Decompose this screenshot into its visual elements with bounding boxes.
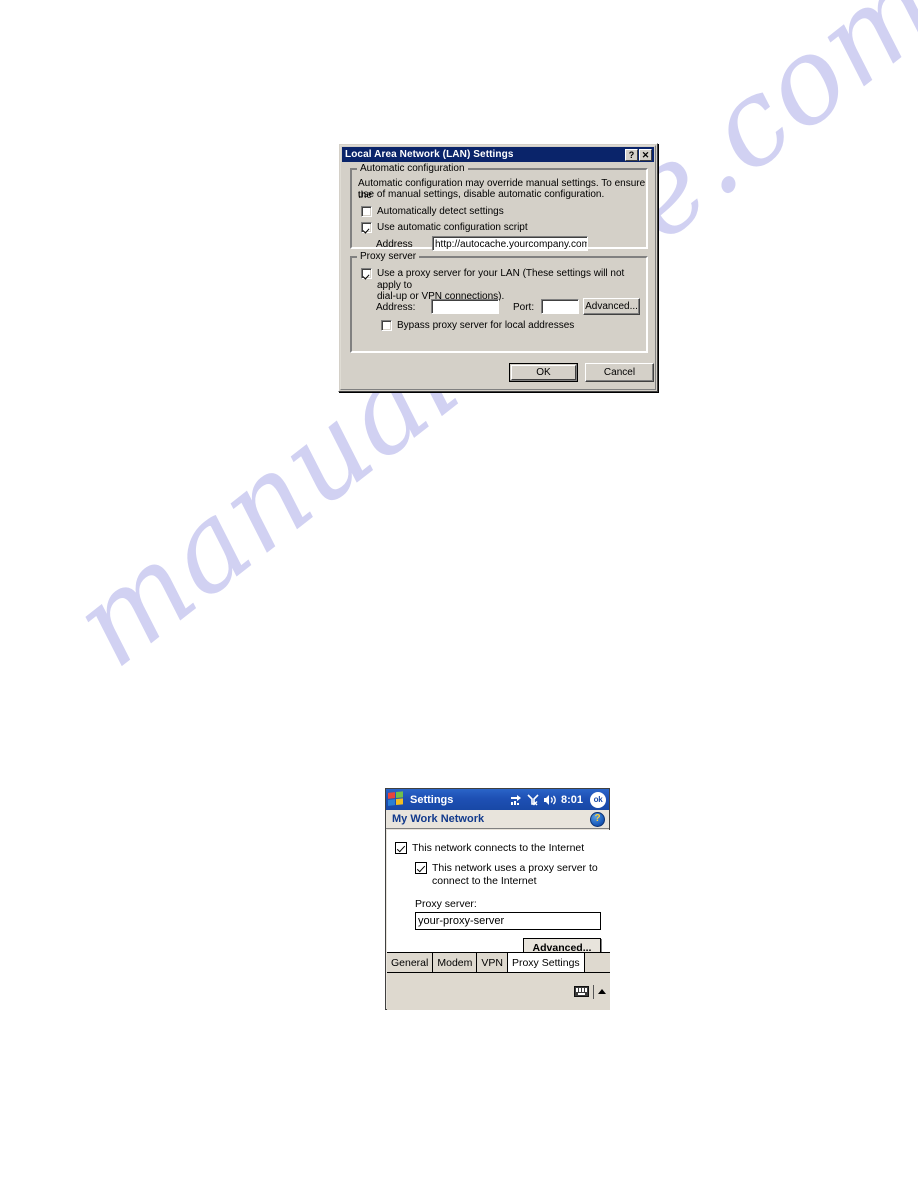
keyboard-icon[interactable] [574, 986, 589, 997]
chevron-up-icon[interactable] [598, 989, 606, 994]
use-config-script-label: Use automatic configuration script [377, 222, 528, 233]
ok-button-label: OK [536, 367, 551, 378]
signal-off-icon[interactable] [527, 793, 539, 806]
lan-titlebar[interactable]: Local Area Network (LAN) Settings ? ✕ [342, 147, 654, 162]
close-icon[interactable]: ✕ [639, 148, 652, 161]
proxy-server-group: Proxy server Use a proxy server for your… [350, 251, 648, 353]
volume-icon[interactable] [543, 794, 556, 806]
page-title: My Work Network [392, 813, 485, 825]
lan-settings-dialog: Local Area Network (LAN) Settings ? ✕ Au… [338, 143, 658, 392]
tab-vpn[interactable]: VPN [477, 953, 508, 972]
tab-general[interactable]: General [387, 953, 434, 972]
connectivity-icon[interactable] [510, 794, 523, 806]
auto-detect-settings-checkbox-row[interactable]: Automatically detect settings [361, 206, 504, 218]
proxy-server-label: Proxy server: [415, 898, 477, 910]
proxy-port-input[interactable] [541, 299, 579, 314]
tab-bar: General Modem VPN Proxy Settings [387, 952, 610, 972]
pocketpc-titlebar: Settings 8:01 ok [386, 789, 609, 810]
auto-config-description-line2: use of manual settings, disable automati… [358, 189, 605, 200]
auto-detect-settings-label: Automatically detect settings [377, 206, 504, 217]
cancel-button-label: Cancel [603, 367, 636, 378]
automatic-configuration-legend: Automatic configuration [357, 163, 468, 174]
status-icon-tray: 8:01 [510, 794, 586, 806]
ok-button[interactable]: OK [509, 363, 578, 382]
network-uses-proxy-checkbox[interactable] [415, 862, 427, 874]
use-proxy-label-line1: Use a proxy server for your LAN (These s… [377, 268, 625, 291]
network-uses-proxy-label-line2: connect to the Internet [432, 875, 537, 887]
pocketpc-subheader: My Work Network ? [386, 810, 609, 829]
network-connects-internet-checkbox[interactable] [395, 842, 407, 854]
proxy-address-label: Address: [376, 302, 416, 313]
tab-modem[interactable]: Modem [433, 953, 478, 972]
use-config-script-checkbox[interactable] [361, 222, 372, 233]
help-icon[interactable]: ? [590, 811, 605, 827]
bypass-proxy-checkbox-row[interactable]: Bypass proxy server for local addresses [381, 320, 574, 332]
lan-title-text: Local Area Network (LAN) Settings [345, 149, 514, 160]
automatic-configuration-group: Automatic configuration Automatic config… [350, 163, 648, 251]
auto-detect-settings-checkbox[interactable] [361, 206, 372, 217]
network-connects-internet-label: This network connects to the Internet [412, 842, 585, 854]
network-connects-internet-row[interactable]: This network connects to the Internet [395, 842, 584, 854]
network-uses-proxy-row[interactable]: This network uses a proxy server to conn… [415, 862, 605, 888]
soft-input-panel-bar [387, 972, 610, 1010]
proxy-advanced-button-label: Advanced... [585, 301, 638, 312]
proxy-advanced-button[interactable]: Advanced... [583, 298, 640, 315]
pocketpc-content-area: This network connects to the Internet Th… [387, 830, 610, 957]
network-uses-proxy-label-line1: This network uses a proxy server to [432, 862, 598, 874]
help-icon[interactable]: ? [625, 148, 638, 161]
auto-config-address-label: Address [376, 239, 413, 250]
bypass-proxy-label: Bypass proxy server for local addresses [397, 320, 575, 331]
ok-close-button[interactable]: ok [590, 791, 606, 808]
use-proxy-checkbox[interactable] [361, 268, 372, 279]
proxy-server-legend: Proxy server [357, 251, 420, 262]
cancel-button[interactable]: Cancel [585, 363, 654, 382]
auto-config-address-input[interactable]: http://autocache.yourcompany.com [432, 236, 588, 251]
use-config-script-checkbox-row[interactable]: Use automatic configuration script [361, 222, 528, 234]
bar-divider [593, 984, 594, 999]
tab-bar-filler [584, 953, 610, 972]
windows-flag-icon[interactable] [388, 791, 405, 808]
status-bar-time: 8:01 [560, 793, 583, 806]
proxy-server-input[interactable]: your-proxy-server [415, 912, 601, 930]
bypass-proxy-checkbox[interactable] [381, 320, 392, 331]
pocketpc-app-title: Settings [410, 793, 454, 806]
tab-proxy-settings[interactable]: Proxy Settings [507, 953, 585, 972]
proxy-address-input[interactable] [431, 299, 499, 314]
pocketpc-settings-window: Settings 8:01 ok My Work Network ? This … [385, 788, 610, 1010]
proxy-port-label: Port: [513, 302, 535, 313]
